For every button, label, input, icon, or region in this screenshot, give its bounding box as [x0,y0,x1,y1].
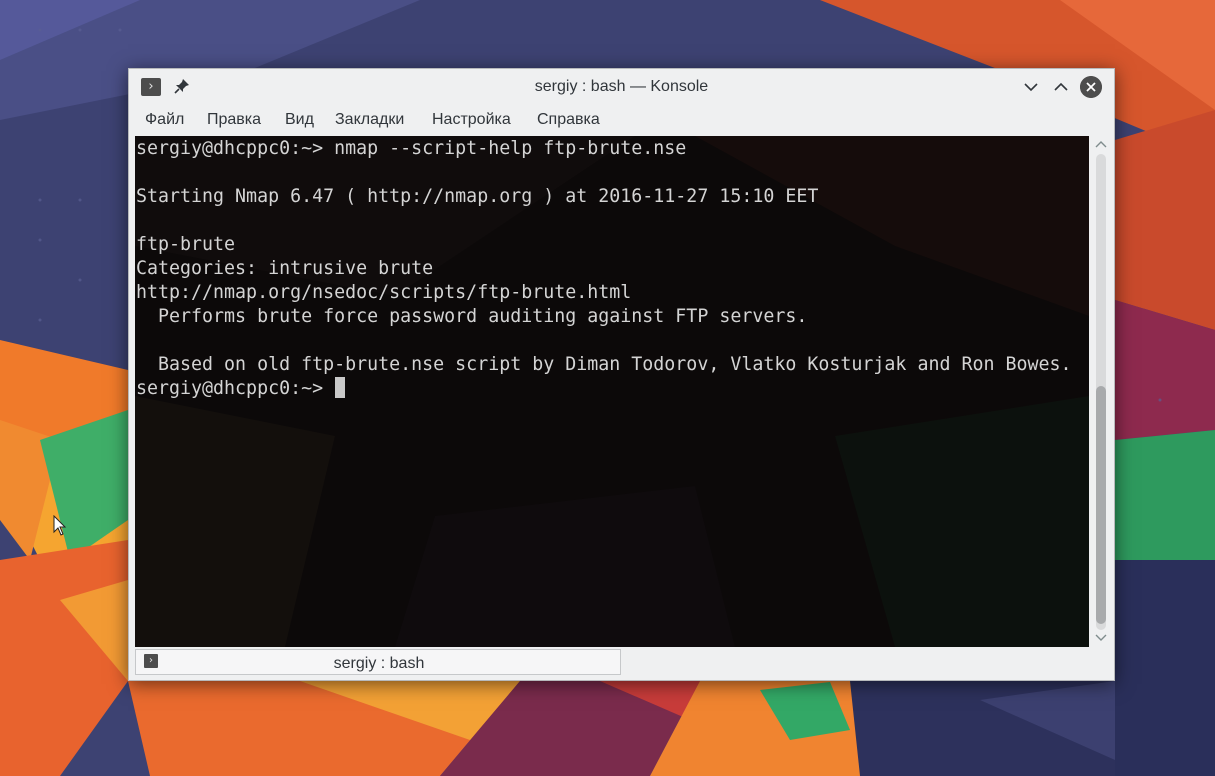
menu-view[interactable]: Вид [279,105,320,133]
vertical-scrollbar[interactable] [1091,136,1111,647]
tab-label: sergiy : bash [333,655,425,672]
scroll-up-arrow-icon[interactable] [1091,138,1111,152]
mouse-pointer-icon [53,515,67,536]
chevron-up-icon[interactable] [1050,76,1072,98]
terminal-line: ftp-brute [136,234,236,255]
tab-bar: sergiy : bash › [129,647,1114,680]
terminal-prompt: sergiy@dhcppc0:~> [136,378,335,399]
terminal-line: Categories: intrusive brute [136,258,434,279]
pin-icon[interactable] [173,77,191,97]
terminal-icon: › [144,654,158,668]
close-icon[interactable] [1080,76,1102,98]
terminal-output[interactable]: sergiy@dhcppc0:~> nmap --script-help ftp… [135,136,1089,647]
terminal-line: Starting Nmap 6.47 ( http://nmap.org ) a… [136,186,819,207]
terminal-line: Performs brute force password auditing a… [136,306,808,327]
window-title: sergiy : bash — Konsole [534,78,709,95]
konsole-window: sergiy : bash — Konsole › Файл Правка Ви… [128,68,1115,681]
menu-file[interactable]: Файл [139,105,190,133]
menu-bookmarks[interactable]: Закладки [329,105,410,133]
scrollbar-thumb[interactable] [1096,386,1106,624]
menu-bar: Файл Правка Вид Закладки Настройка Справ… [129,105,1114,133]
terminal-line: sergiy@dhcppc0:~> nmap --script-help ftp… [136,138,687,159]
menu-edit[interactable]: Правка [201,105,267,133]
text-cursor [335,377,346,398]
terminal-line: http://nmap.org/nsedoc/scripts/ftp-brute… [136,282,632,303]
terminal-prompt-line: sergiy@dhcppc0:~> [136,377,346,401]
chevron-down-icon[interactable] [1020,76,1042,98]
menu-help[interactable]: Справка [531,105,606,133]
scroll-down-arrow-icon[interactable] [1091,630,1111,644]
terminal-line: Based on old ftp-brute.nse script by Dim… [136,354,1072,375]
title-bar[interactable]: sergiy : bash — Konsole › [129,69,1114,105]
terminal-icon[interactable]: › [141,78,161,96]
tab-sergiy-bash[interactable]: sergiy : bash › [135,649,621,675]
menu-settings[interactable]: Настройка [426,105,517,133]
